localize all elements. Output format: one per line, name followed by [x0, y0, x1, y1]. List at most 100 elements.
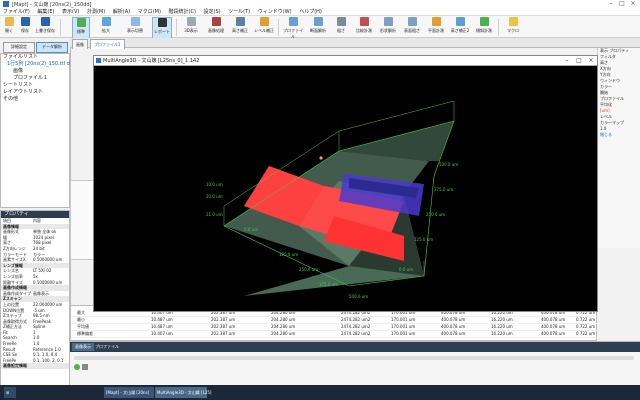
- start-icon[interactable]: ⊞: [4, 387, 16, 398]
- app-title-bar: [Mapt] - 文山嬢 [20ns(2)_150dd] – □ ×: [0, 0, 640, 8]
- tab-profile[interactable]: プロファイル1: [90, 39, 125, 49]
- table-cell: 0.722 um: [576, 317, 596, 322]
- property-value: 24 bit: [33, 245, 45, 251]
- height-correction2-button[interactable]: 高さ補正2: [450, 17, 470, 37]
- play-icon[interactable]: [74, 364, 80, 370]
- axis-label: 375.0 um: [434, 187, 453, 192]
- menu-view[interactable]: 表示(V): [62, 8, 79, 16]
- window3d-maximize-icon[interactable]: □: [574, 56, 584, 65]
- app-icon: [3, 1, 9, 7]
- save-button[interactable]: 保存: [18, 17, 32, 37]
- 3d-surface-view[interactable]: 0.0 um 125.0 um 250.0 um 375.0 um 500.0 …: [94, 66, 597, 312]
- tab-image-display[interactable]: 画像表示: [72, 343, 94, 351]
- menu-edit[interactable]: 編集(E): [37, 8, 54, 16]
- report-button[interactable]: レポート: [152, 17, 172, 39]
- row-header: 平均値: [77, 324, 89, 329]
- property-name: 画像設定情報: [3, 363, 27, 369]
- detail-settings-button[interactable]: 詳細設定: [3, 42, 35, 53]
- image-processing-icon: [211, 17, 221, 26]
- menu-window[interactable]: ウィンドウ(W): [258, 8, 292, 16]
- taskbar-item-multiangle[interactable]: MultiAngle3D - 文山嬢 [L25]: [155, 387, 211, 398]
- slope-measure-button[interactable]: 傾斜計測: [474, 17, 494, 37]
- save-icon: [20, 17, 30, 26]
- roughness-button[interactable]: 粗さ: [332, 17, 350, 37]
- minimize-icon[interactable]: –: [606, 0, 616, 8]
- display-icon: [130, 17, 140, 26]
- table-cell: 202.387 um: [211, 324, 236, 329]
- left-button-bar: 詳細設定 データ解析: [0, 38, 70, 53]
- row-header: 標準偏差: [77, 331, 93, 336]
- menu-tools[interactable]: ツール(T): [228, 8, 250, 16]
- table-cell: 202.387 um: [211, 317, 236, 322]
- plane-measure-button[interactable]: 平面計測: [426, 17, 446, 37]
- zoom-button[interactable]: 拡大: [98, 17, 114, 37]
- table-cell: 10.487 um: [151, 324, 173, 329]
- tree-other[interactable]: その他: [1, 96, 69, 103]
- row-header: 最小: [77, 317, 85, 322]
- roughness-icon: [336, 17, 346, 26]
- height-correction-button[interactable]: 高さ補正: [230, 17, 250, 37]
- tree-file-list[interactable]: ファイルリスト: [1, 54, 69, 61]
- table-cell: 170.001 um: [391, 324, 416, 329]
- image-processing-button[interactable]: 画像処理: [206, 17, 226, 37]
- cross-section-icon: [313, 17, 323, 26]
- menu-help[interactable]: ヘルプ(H): [299, 8, 322, 16]
- tab-bottom-profile[interactable]: プロファイル: [92, 343, 122, 351]
- axis-label: 0.0 um: [244, 227, 258, 232]
- right-close-link[interactable]: 閉じる: [598, 132, 640, 138]
- level-icon: [259, 17, 269, 26]
- tree-item-file[interactable]: 1行5列 [20ns(2)_150.ttl dd]: [1, 61, 75, 68]
- close-icon[interactable]: ×: [628, 0, 638, 8]
- menu-file[interactable]: ファイル(F): [3, 8, 30, 16]
- profile-icon: [288, 17, 298, 26]
- menu-macro[interactable]: マクロ(M): [138, 8, 161, 16]
- compare-icon: [359, 17, 369, 26]
- data-analysis-button[interactable]: データ解析: [36, 42, 68, 53]
- open-button[interactable]: 開く: [2, 17, 16, 37]
- menu-analyze[interactable]: 解析(A): [113, 8, 130, 16]
- profile-button[interactable]: プロファイル: [282, 17, 304, 39]
- menu-bar: ファイル(F) 編集(E) 表示(V) 計測(M) 解析(A) マクロ(M) 階…: [0, 8, 640, 16]
- tree-item-profile[interactable]: プロファイル１: [1, 75, 69, 82]
- table-cell: 10.407 um: [151, 331, 173, 336]
- overwrite-save-button[interactable]: 上書き保存: [34, 17, 56, 37]
- level-correction-button[interactable]: レベル補正: [254, 17, 274, 37]
- property-value: 1024 pixel: [33, 234, 54, 240]
- tree-layout-list[interactable]: レイアウトリスト: [1, 89, 69, 96]
- window3d-close-icon[interactable]: ×: [586, 56, 596, 65]
- tree-item-image[interactable]: 画像: [1, 68, 69, 75]
- axis-label: 125.0 um: [279, 252, 298, 257]
- timeline-slider[interactable]: [74, 356, 634, 360]
- 3d-view-button[interactable]: 3D表示: [182, 17, 200, 37]
- row-header: 最大: [77, 310, 85, 315]
- table-cell: 400.078 um: [441, 324, 466, 329]
- table-cell: 204.280 um: [271, 317, 296, 322]
- window3d-minimize-icon[interactable]: –: [562, 56, 572, 65]
- surface-icon: [407, 17, 417, 26]
- maximize-icon[interactable]: □: [617, 0, 627, 8]
- menu-settings[interactable]: 設定(S): [204, 8, 221, 16]
- tree-sheet-list[interactable]: シートリスト: [1, 82, 69, 89]
- menu-stats[interactable]: 階段統計(C): [169, 8, 196, 16]
- taskbar-item-mapt[interactable]: [Mapt] - 文山嬢 [20ns]: [104, 387, 154, 398]
- ribbon-toolbar: 開く 保存 上書き保存 標準 拡大 表示切替 レポート 3D表示 画像処理 高さ…: [0, 16, 640, 39]
- shape-analysis-button[interactable]: 形状解析: [378, 17, 398, 37]
- compare-measure-button[interactable]: 比較計測: [354, 17, 374, 37]
- property-value: 5x: [33, 273, 38, 279]
- cross-section-button[interactable]: 断面解析: [308, 17, 328, 37]
- properties-panel: プロパティ 項目 内容 画像情報 画像形式 単独 全体 ok 幅 1024 pixel 高さ 7…: [0, 210, 70, 400]
- menu-measure[interactable]: 計測(M): [87, 8, 105, 16]
- macro-button[interactable]: マクロ: [504, 17, 522, 37]
- table-cell: 204.280 um: [271, 331, 296, 336]
- property-value: 内容: [33, 218, 41, 223]
- 3d-icon: [186, 17, 196, 26]
- multiangle3d-window[interactable]: MultiAngle3D - 文山嬢 [L25ns_0]_1.142 – □ ×…: [93, 55, 598, 312]
- surface-roughness-button[interactable]: 表面粗さ: [402, 17, 422, 37]
- stop-icon[interactable]: [82, 364, 88, 370]
- property-value: 0.1, 100, 2, 0.1: [33, 357, 64, 363]
- tab-image[interactable]: 画像: [72, 39, 88, 49]
- report-icon: [157, 18, 167, 27]
- standard-view-button[interactable]: 標準: [72, 17, 90, 39]
- display-toggle-button[interactable]: 表示切替: [124, 17, 146, 37]
- window3d-titlebar[interactable]: MultiAngle3D - 文山嬢 [L25ns_0]_1.142 – □ ×: [94, 56, 597, 66]
